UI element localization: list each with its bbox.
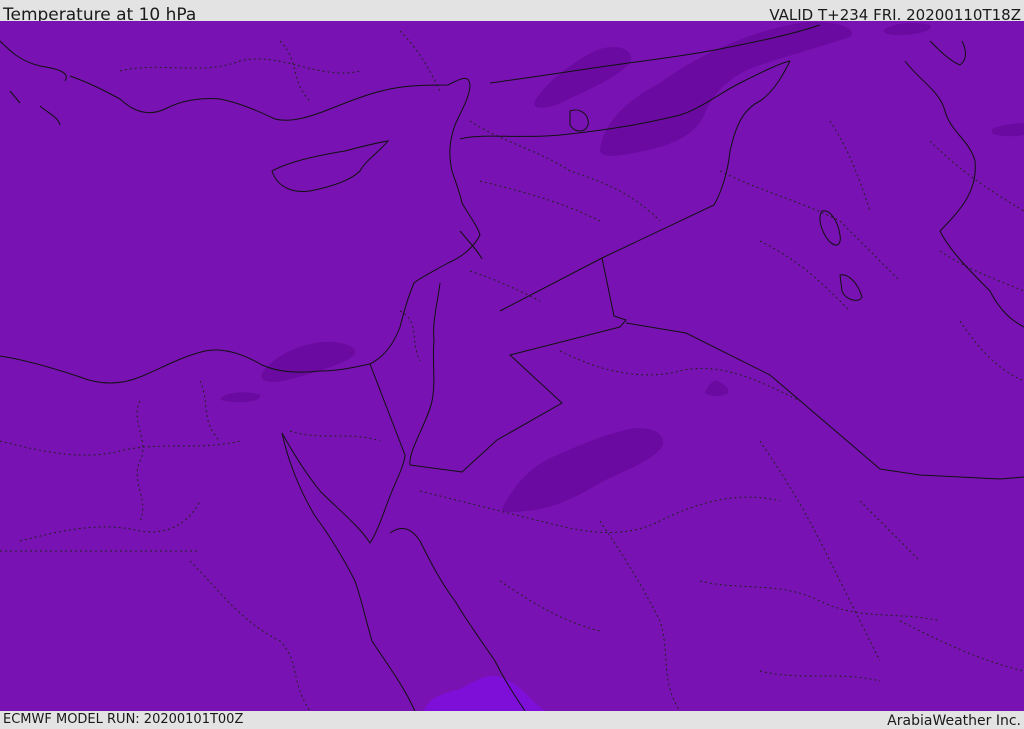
map-header: Temperature at 10 hPa VALID T+234 FRI. 2…	[0, 0, 1024, 25]
map-canvas[interactable]	[0, 21, 1024, 711]
temperature-map-svg	[0, 21, 1024, 711]
weather-map-page: Temperature at 10 hPa VALID T+234 FRI. 2…	[0, 0, 1024, 729]
map-footer: ECMWF MODEL RUN: 20200101T00Z ArabiaWeat…	[0, 711, 1024, 729]
temperature-field-base	[0, 21, 1024, 711]
model-run-label: ECMWF MODEL RUN: 20200101T00Z	[3, 712, 244, 727]
credit-label: ArabiaWeather Inc.	[887, 713, 1021, 729]
